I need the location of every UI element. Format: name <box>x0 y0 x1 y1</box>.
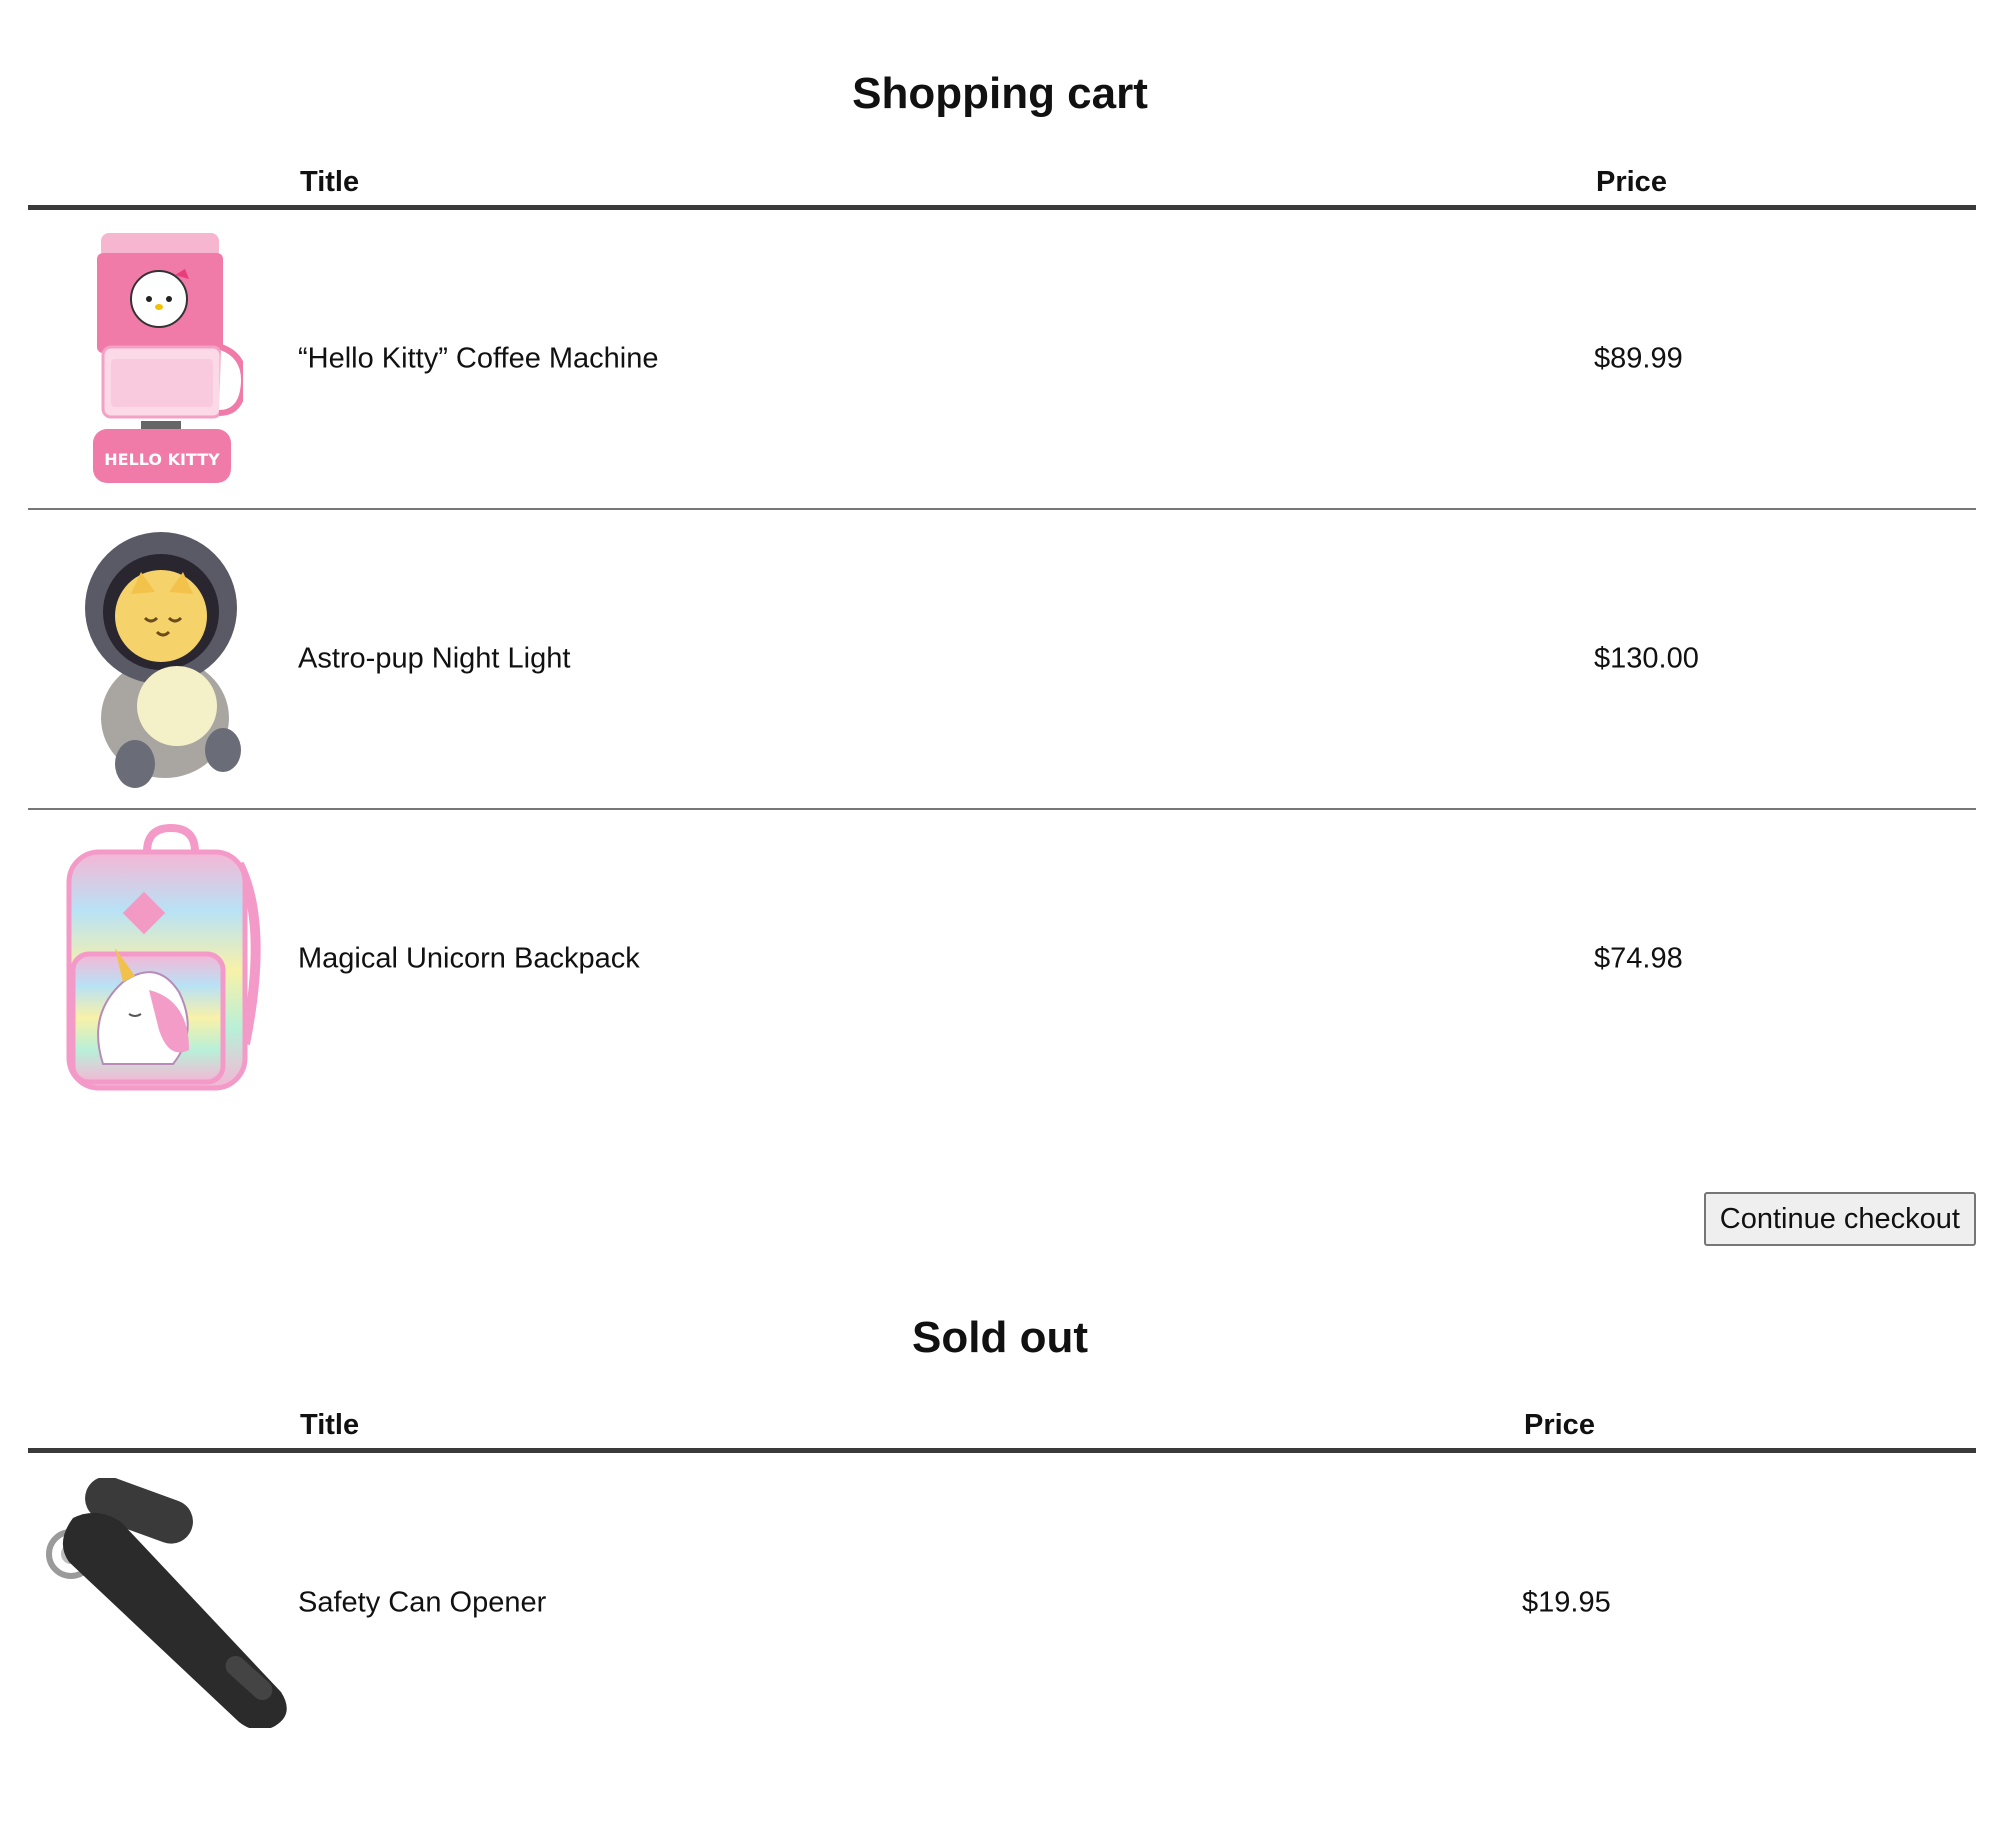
table-row: Astro-pup Night Light $130.00 <box>28 510 1976 810</box>
table-row: Safety Can Opener $19.95 <box>28 1453 1976 1753</box>
column-header-price: Price <box>1596 166 1667 198</box>
astro-pup-night-light-icon <box>85 532 241 788</box>
product-price: $130.00 <box>1594 642 1699 675</box>
cart-heading: Shopping cart <box>852 69 1148 118</box>
column-header-title: Title <box>300 166 360 198</box>
sold-out-table: Title Price Safety Can Opener $19.95 <box>28 1388 1976 1753</box>
can-opener-icon <box>46 1478 287 1728</box>
page: Shopping cart Title Price HELLO KITTY “H… <box>0 0 2000 1848</box>
table-row: HELLO KITTY “Hello Kitty” Coffee Machine… <box>28 210 1976 510</box>
product-title: Safety Can Opener <box>298 1586 547 1619</box>
column-header-price: Price <box>1524 1409 1595 1441</box>
product-image <box>28 1453 298 1753</box>
product-image: HELLO KITTY <box>28 210 298 508</box>
product-price: $19.95 <box>1522 1586 1611 1619</box>
sold-out-heading: Sold out <box>912 1313 1088 1362</box>
product-title: “Hello Kitty” Coffee Machine <box>298 342 659 375</box>
product-price: $74.98 <box>1594 942 1683 975</box>
product-price: $89.99 <box>1594 342 1683 375</box>
svg-text:HELLO KITTY: HELLO KITTY <box>104 450 220 469</box>
sold-out-table-header: Title Price <box>28 1388 1976 1453</box>
cart-table: Title Price HELLO KITTY “Hello Kitty” Co… <box>28 145 1976 1108</box>
product-image <box>28 510 298 808</box>
table-row: Magical Unicorn Backpack $74.98 <box>28 810 1976 1108</box>
continue-checkout-button[interactable]: Continue checkout <box>1703 1192 1976 1246</box>
product-title: Astro-pup Night Light <box>298 642 571 675</box>
cart-table-header: Title Price <box>28 145 1976 210</box>
product-title: Magical Unicorn Backpack <box>298 942 640 975</box>
column-header-title: Title <box>300 1409 360 1441</box>
product-image <box>28 810 298 1108</box>
hello-kitty-coffee-machine-icon: HELLO KITTY <box>93 233 243 483</box>
unicorn-backpack-icon <box>66 824 261 1091</box>
